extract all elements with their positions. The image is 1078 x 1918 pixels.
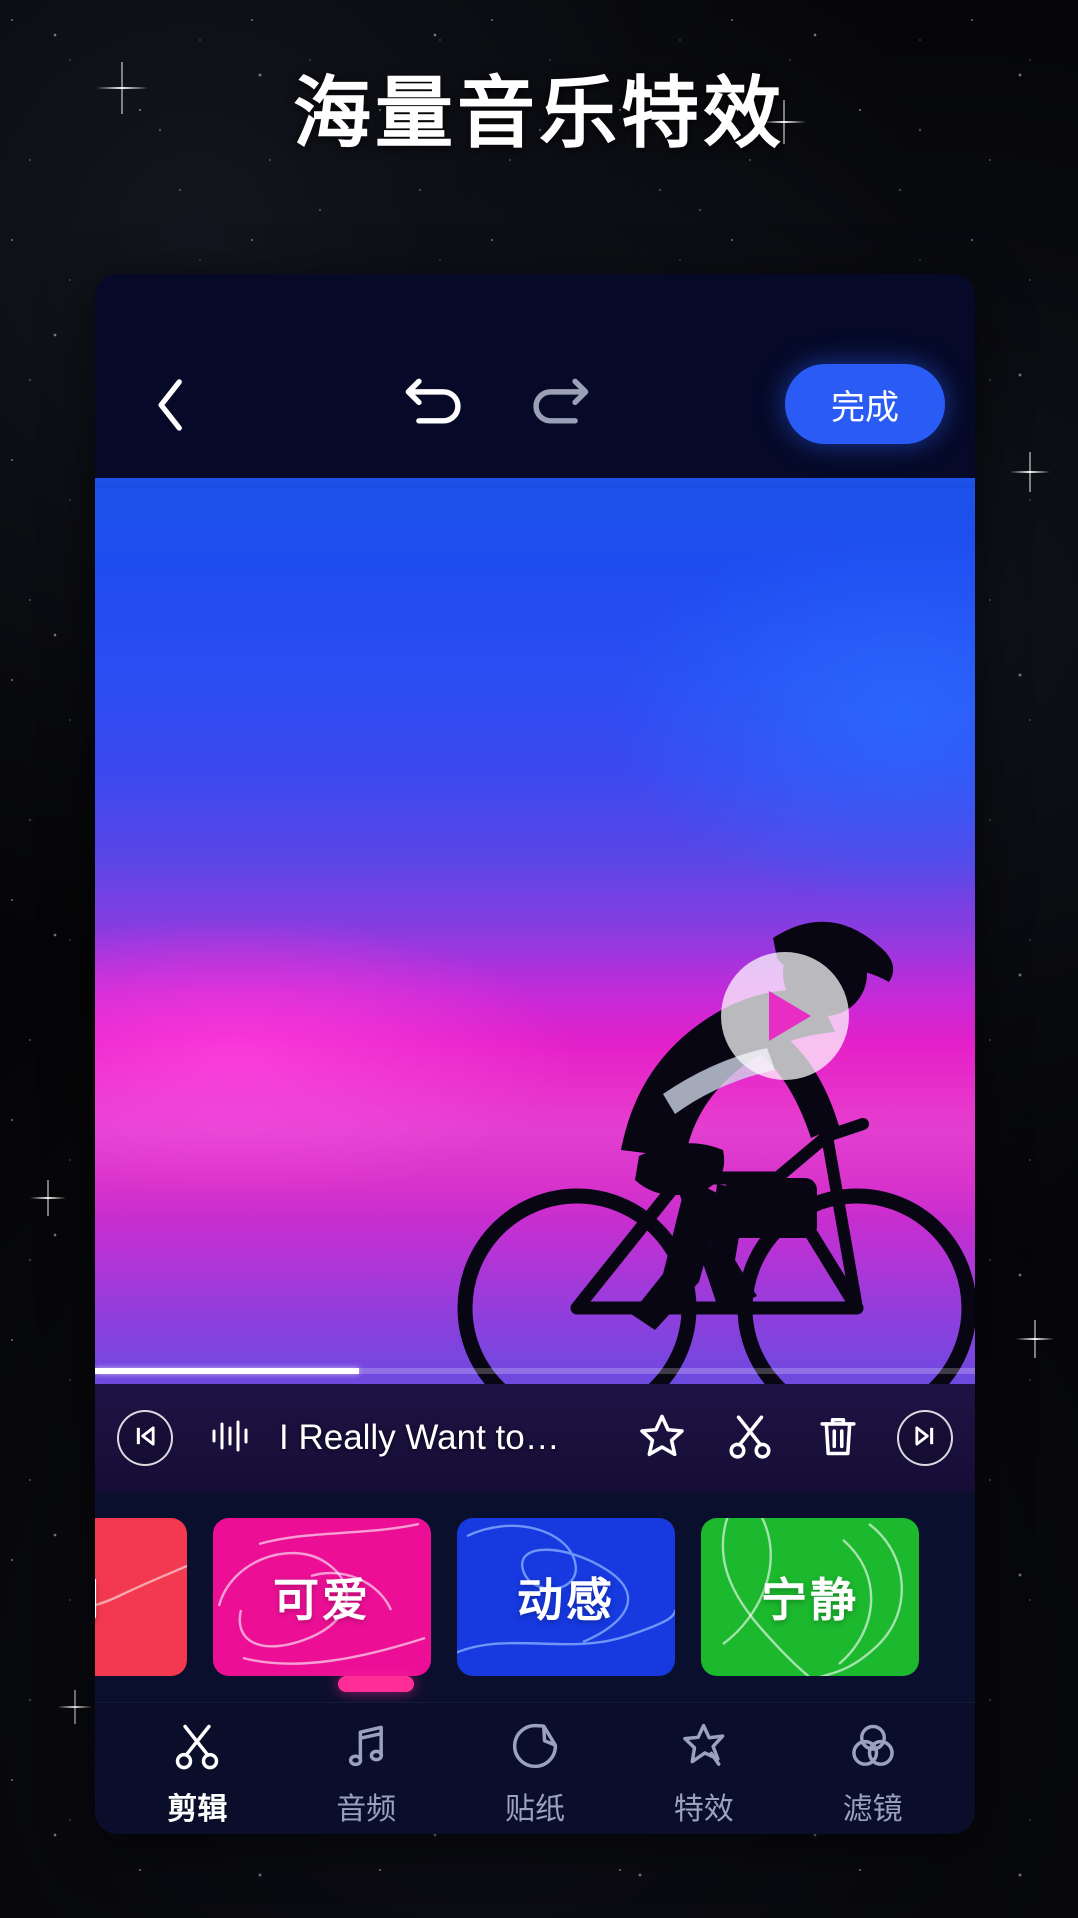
undo-button[interactable] (393, 362, 475, 444)
video-progress-fill (95, 1368, 359, 1374)
star-icon (637, 1411, 687, 1466)
style-card-label: 动感 (517, 1574, 615, 1626)
back-button[interactable] (133, 368, 209, 444)
scissors-icon (725, 1411, 775, 1466)
card-squiggle-decoration (95, 1564, 187, 1607)
video-progress-bar[interactable] (95, 1368, 975, 1374)
video-preview[interactable] (95, 478, 975, 1384)
style-card-label: 宁静 (761, 1574, 859, 1626)
sparkle-icon (30, 1180, 66, 1216)
sparkle-icon (1016, 1320, 1054, 1358)
trash-icon (813, 1411, 863, 1466)
bottom-navigation: 剪辑 音频 贴纸 特效 滤镜 (95, 1702, 975, 1834)
nav-label: 剪辑 (167, 1792, 228, 1826)
strip-scroll-indicator[interactable] (338, 1676, 414, 1692)
style-card[interactable]: 动感 (457, 1518, 675, 1676)
nav-item-edit[interactable]: 剪辑 (127, 1720, 267, 1828)
waveform-icon (209, 1415, 257, 1462)
skip-to-start-button[interactable] (117, 1410, 173, 1466)
cyclist-silhouette (457, 921, 975, 1384)
skip-to-end-button[interactable] (897, 1410, 953, 1466)
done-button[interactable]: 完成 (785, 364, 945, 444)
delete-button[interactable] (809, 1409, 867, 1467)
nav-label: 特效 (673, 1792, 734, 1826)
nav-item-audio[interactable]: 音频 (296, 1720, 436, 1828)
style-card-label: 闹 (95, 1564, 103, 1630)
favorite-button[interactable] (633, 1409, 691, 1467)
page-root: 海量音乐特效 完成 I Really Want to… 可爱 动感 宁静 剪辑 … (0, 0, 1078, 1918)
sticker-icon (509, 1720, 561, 1772)
skip-to-start-icon (131, 1422, 159, 1455)
track-title: I Really Want to… (279, 1418, 560, 1457)
nav-label: 贴纸 (504, 1792, 565, 1826)
play-button[interactable] (721, 952, 849, 1080)
style-card[interactable]: 可爱 (213, 1518, 431, 1676)
skip-to-end-icon (911, 1422, 939, 1455)
music-note-icon (340, 1720, 392, 1772)
sparkle-icon (1010, 452, 1050, 492)
sparkle-icon (58, 1690, 92, 1724)
page-title: 海量音乐特效 (292, 69, 785, 157)
nav-item-effects[interactable]: 特效 (634, 1720, 774, 1828)
music-track-bar: I Really Want to… (95, 1384, 975, 1492)
phone-mockup: 完成 I Really Want to… 可爱 动感 宁静 剪辑 音频 贴纸 特… (95, 274, 975, 1834)
chevron-left-icon (151, 377, 191, 436)
filter-circles-icon (847, 1720, 899, 1772)
cut-button[interactable] (721, 1409, 779, 1467)
style-card-label: 可爱 (273, 1574, 371, 1626)
play-icon (769, 991, 811, 1041)
style-card[interactable]: 宁静 (701, 1518, 919, 1676)
undo-arrow-icon (402, 373, 466, 434)
scissors-icon (171, 1720, 223, 1772)
style-card[interactable]: 闹 (95, 1518, 187, 1676)
music-style-strip[interactable]: 闹 可爱 (95, 1492, 975, 1702)
nav-item-sticker[interactable]: 贴纸 (465, 1720, 605, 1828)
nav-label: 滤镜 (842, 1792, 903, 1826)
track-info[interactable]: I Really Want to… (209, 1415, 603, 1462)
nav-label: 音频 (336, 1792, 397, 1826)
redo-arrow-icon (528, 373, 592, 434)
editor-toolbar: 完成 (95, 274, 975, 478)
redo-button[interactable] (519, 362, 601, 444)
star-effect-icon (678, 1720, 730, 1772)
nav-item-filter[interactable]: 滤镜 (803, 1720, 943, 1828)
